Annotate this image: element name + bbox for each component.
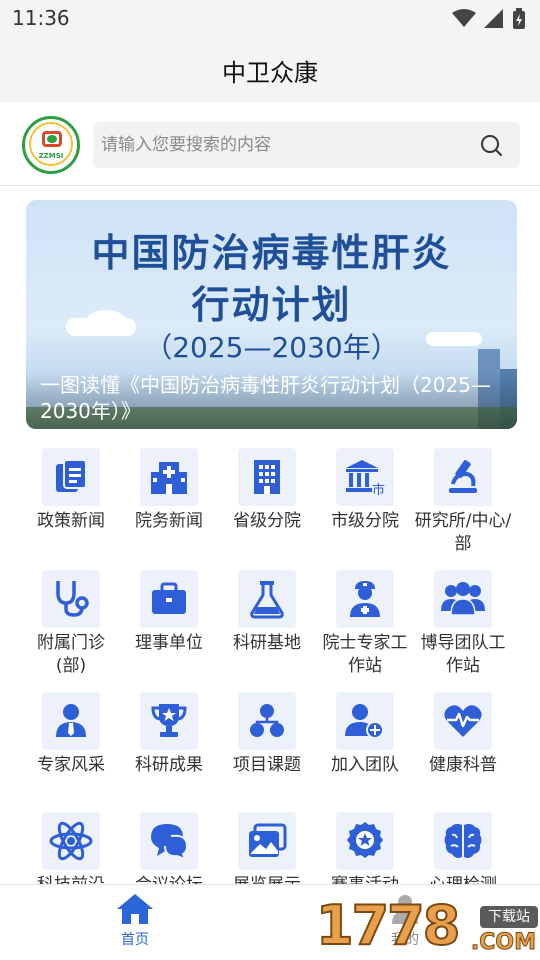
add-user-icon — [345, 704, 384, 739]
banner-headline-1: 中国防治病毒性肝炎 — [91, 231, 452, 275]
search-row: ZZMSI — [0, 102, 540, 186]
tab-home-label: 首页 — [121, 932, 149, 948]
microscope-icon — [449, 460, 477, 493]
grid-item-label: 院务新闻 — [135, 511, 203, 531]
home-icon — [117, 894, 153, 924]
stethoscope-icon — [56, 581, 89, 617]
team-icon — [441, 582, 485, 616]
watermark-tag: 下载站 — [480, 906, 538, 928]
wifi-icon — [452, 9, 476, 27]
banner-headline-3: （2025—2030年） — [144, 331, 399, 364]
search-icon[interactable] — [480, 134, 502, 156]
app-logo: ZZMSI — [22, 116, 80, 174]
tab-home[interactable]: 首页 — [100, 893, 170, 949]
grid-item-label: 市级分院 — [331, 511, 399, 531]
atom-icon — [49, 821, 93, 861]
status-icons — [452, 8, 526, 30]
grid-item-label: 研究所/中心/部 — [414, 511, 512, 554]
logo-text: ZZMSI — [38, 152, 64, 160]
banner-headline-2: 行动计划 — [191, 283, 352, 327]
grid-item-label: 科研成果 — [135, 755, 203, 775]
briefcase-icon — [152, 582, 186, 614]
flask-icon — [250, 581, 284, 619]
status-time: 11:36 — [12, 6, 70, 30]
grid-item-label: 院士专家工作站 — [322, 633, 408, 676]
gallery-icon — [249, 823, 287, 857]
watermark-number: 1778 — [315, 893, 461, 958]
doctor-icon — [350, 581, 380, 617]
grid-item-label: 附属门诊(部) — [37, 633, 105, 676]
status-bar: 11:36 — [0, 0, 540, 38]
app-header: 中卫众康 — [0, 38, 540, 102]
grid-item-label: 科研基地 — [233, 633, 301, 653]
grid-item-label: 博导团队工作站 — [420, 633, 506, 676]
city-hall-icon: 市 — [346, 460, 385, 496]
banner-caption: 一图读懂《中国防治病毒性肝炎行动计划（2025—2030年）》 — [26, 372, 517, 429]
trophy-icon — [151, 704, 187, 737]
grid-item-label: 省级分院 — [233, 511, 301, 531]
grid-item-label: 加入团队 — [331, 755, 399, 775]
grid-item-label: 健康科普 — [429, 755, 497, 775]
building-icon — [254, 460, 280, 494]
news-banner[interactable]: 中国防治病毒性肝炎 行动计划 （2025—2030年） 一图读懂《中国防治病毒性… — [26, 200, 517, 429]
hospital-icon — [151, 462, 187, 494]
hierarchy-icon — [250, 704, 284, 737]
grid-item-label: 政策新闻 — [37, 511, 105, 531]
search-input[interactable] — [93, 122, 473, 168]
brain-icon — [444, 823, 482, 858]
search-bar[interactable] — [93, 122, 520, 168]
watermark-suffix: .COM — [470, 930, 536, 956]
expert-icon — [56, 704, 86, 737]
site-watermark: 1778 下载站 .COM — [315, 893, 540, 960]
document-icon — [56, 459, 87, 492]
grid-item-label: 专家风采 — [37, 755, 105, 775]
grid-item-label: 理事单位 — [135, 633, 203, 653]
battery-icon — [513, 8, 525, 29]
chat-icon — [151, 824, 189, 860]
grid-item-label: 项目课题 — [233, 755, 301, 775]
medal-icon — [347, 822, 383, 858]
heart-pulse-icon — [444, 705, 482, 737]
signal-icon — [484, 9, 503, 28]
page-title: 中卫众康 — [222, 58, 318, 87]
svg-text:市: 市 — [372, 482, 385, 496]
